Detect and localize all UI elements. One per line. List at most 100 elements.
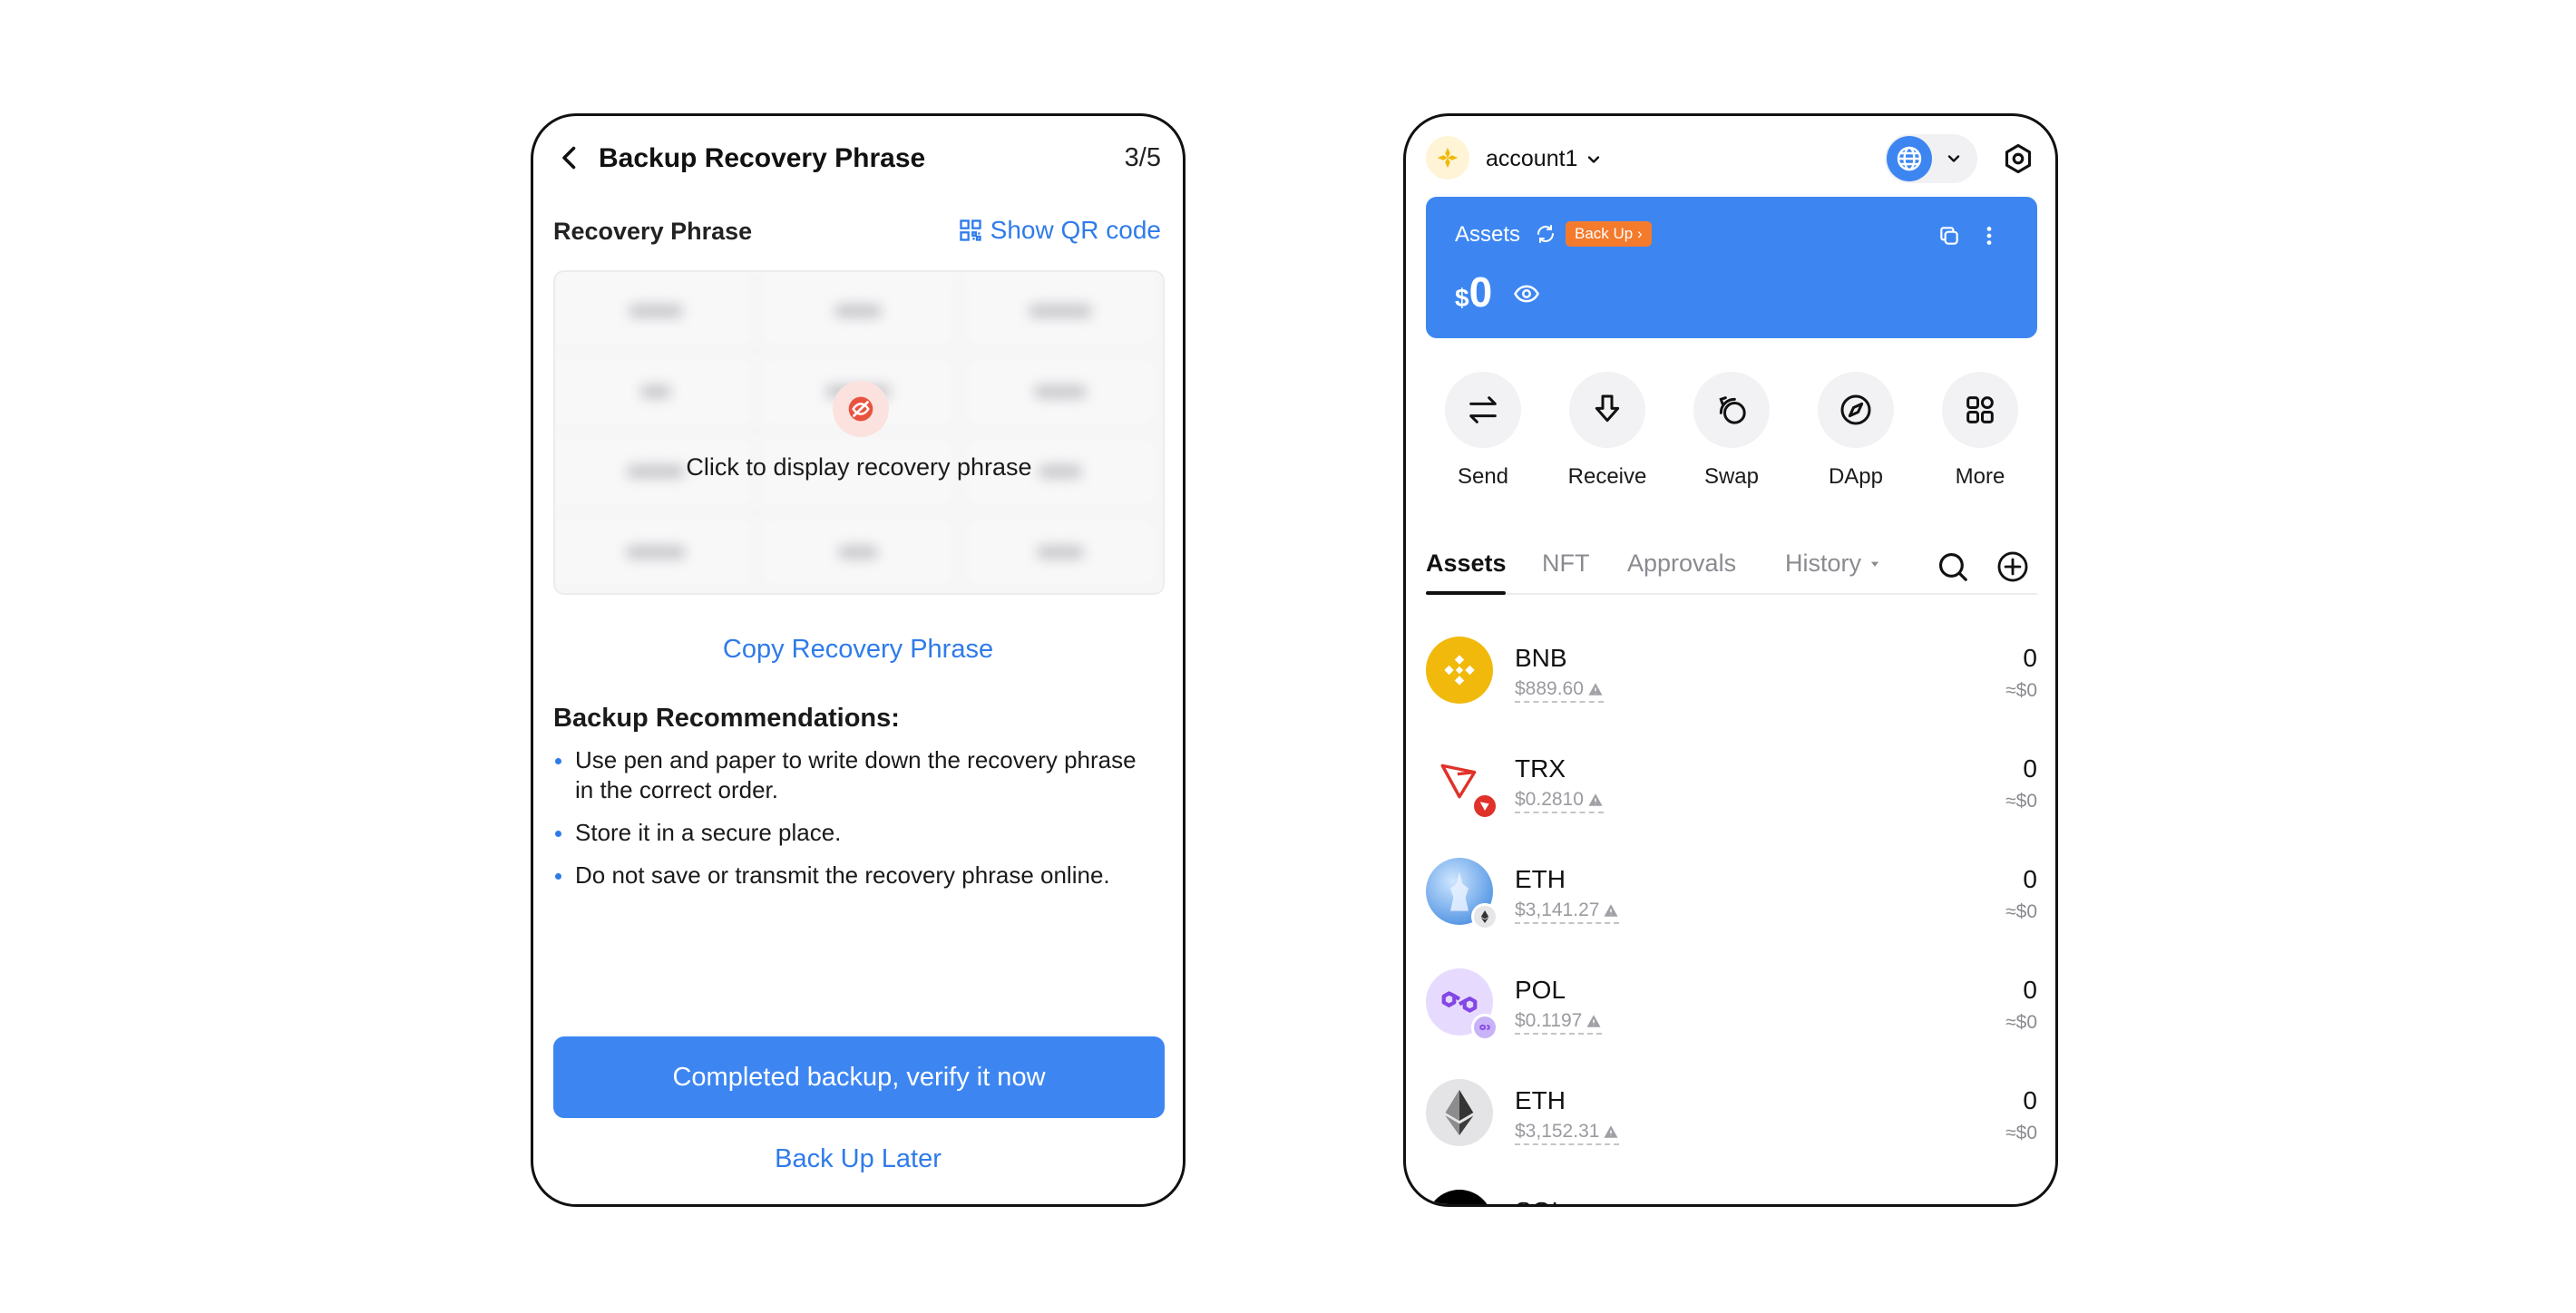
show-qr-code-label: Show QR code bbox=[990, 216, 1161, 244]
copy-recovery-phrase-link[interactable]: Copy Recovery Phrase bbox=[533, 635, 1183, 665]
token-amount: 0 bbox=[2023, 865, 2037, 893]
token-fiat-value: ≈$0 bbox=[2005, 1123, 2037, 1143]
token-symbol: ETH bbox=[1515, 865, 1566, 893]
add-token-icon[interactable] bbox=[1995, 550, 2030, 584]
token-price-value: $3,141.27 bbox=[1515, 900, 1600, 920]
chevron-left-icon[interactable] bbox=[553, 141, 586, 174]
show-qr-code-link[interactable]: Show QR code bbox=[958, 216, 1161, 245]
chevron-down-icon bbox=[1588, 155, 1600, 163]
chevron-down-icon bbox=[1947, 155, 1960, 162]
recovery-phrase-box[interactable]: Click to display recovery phrase bbox=[553, 270, 1165, 595]
more-vertical-icon[interactable] bbox=[1977, 222, 2001, 249]
recommendations-list: Use pen and paper to write down the reco… bbox=[553, 745, 1161, 903]
recommendation-item: Do not save or transmit the recovery phr… bbox=[553, 861, 1161, 890]
token-fiat-value: ≈$0 bbox=[2005, 791, 2037, 812]
back-up-later-link[interactable]: Back Up Later bbox=[533, 1144, 1183, 1174]
token-row[interactable]: SOL 0 bbox=[1426, 1177, 2037, 1204]
step-indicator: 3/5 bbox=[1124, 143, 1161, 172]
account-switcher[interactable]: account1 bbox=[1486, 146, 1603, 172]
recommendation-item: Store it in a secure place. bbox=[553, 818, 1161, 848]
token-fiat-value: ≈$0 bbox=[2005, 680, 2037, 701]
token-row[interactable]: ETH $3,152.31 0 ≈$0 bbox=[1426, 1066, 2037, 1177]
token-price: $3,141.27 bbox=[1515, 900, 1620, 924]
quick-actions: Send Receive Swap DApp More bbox=[1426, 372, 2037, 490]
recovery-phrase-label: Recovery Phrase bbox=[553, 218, 753, 245]
token-price-value: $0.2810 bbox=[1515, 789, 1584, 810]
sol-logo-icon bbox=[1426, 1190, 1493, 1204]
token-symbol: POL bbox=[1515, 976, 1566, 1004]
recommendations-title: Backup Recommendations: bbox=[553, 704, 900, 733]
ethereum-logo-icon bbox=[1426, 1079, 1493, 1146]
token-row[interactable]: TRX $0.2810 0 ≈$0 bbox=[1426, 734, 2037, 845]
account-avatar[interactable] bbox=[1426, 136, 1469, 180]
dapp-button[interactable]: DApp bbox=[1806, 372, 1906, 490]
recommendation-item: Use pen and paper to write down the reco… bbox=[553, 745, 1161, 805]
tab-approvals[interactable]: Approvals bbox=[1627, 550, 1736, 578]
active-tab-indicator bbox=[1426, 591, 1506, 595]
back-up-badge[interactable]: Back Up › bbox=[1566, 221, 1652, 247]
send-button[interactable]: Send bbox=[1433, 372, 1533, 490]
bnb-logo-icon bbox=[1426, 637, 1493, 704]
phrase-word-cell bbox=[960, 512, 1163, 593]
warning-icon bbox=[1588, 793, 1603, 806]
more-label: More bbox=[1955, 464, 2005, 489]
token-price: $3,152.31 bbox=[1515, 1121, 1620, 1145]
search-icon[interactable] bbox=[1936, 550, 1970, 584]
assets-card: Assets Back Up › $ 0 bbox=[1426, 197, 2037, 338]
token-symbol: TRX bbox=[1515, 754, 1566, 783]
token-amount: 0 bbox=[2023, 1197, 2037, 1204]
token-fiat-value: ≈$0 bbox=[2005, 1012, 2037, 1033]
backup-phrase-screen: Backup Recovery Phrase 3/5 Recovery Phra… bbox=[531, 113, 1186, 1207]
tab-history[interactable]: History bbox=[1785, 550, 1881, 578]
balance-currency: $ bbox=[1455, 284, 1469, 312]
swap-button[interactable]: Swap bbox=[1682, 372, 1781, 490]
warning-icon bbox=[1604, 1125, 1618, 1138]
total-balance: $ 0 bbox=[1455, 267, 1492, 316]
phrase-word-cell bbox=[555, 272, 758, 353]
verify-backup-button[interactable]: Completed backup, verify it now bbox=[553, 1036, 1165, 1118]
asset-tabs: Assets NFT Approvals History bbox=[1426, 539, 2037, 595]
phrase-word-cell bbox=[960, 352, 1163, 433]
token-row[interactable]: ETH $3,141.27 0 ≈$0 bbox=[1426, 845, 2037, 956]
phrase-word-cell bbox=[960, 272, 1163, 353]
token-symbol: BNB bbox=[1515, 644, 1567, 672]
account-logo-icon bbox=[1437, 147, 1459, 169]
token-price-value: $889.60 bbox=[1515, 678, 1584, 699]
assets-card-label: Assets bbox=[1455, 222, 1521, 247]
warning-icon bbox=[1588, 683, 1603, 695]
tab-nft[interactable]: NFT bbox=[1542, 550, 1589, 578]
swap-icon bbox=[1693, 372, 1770, 448]
more-button[interactable]: More bbox=[1930, 372, 2030, 490]
warning-icon bbox=[1586, 1015, 1601, 1027]
account-name: account1 bbox=[1486, 146, 1578, 171]
balance-value: 0 bbox=[1469, 268, 1493, 316]
transfer-arrows-icon bbox=[1445, 372, 1521, 448]
copy-icon[interactable] bbox=[1937, 224, 1961, 248]
header: Backup Recovery Phrase 3/5 bbox=[533, 116, 1183, 207]
receive-button[interactable]: Receive bbox=[1557, 372, 1657, 490]
eye-off-icon bbox=[848, 396, 873, 422]
receive-label: Receive bbox=[1567, 464, 1647, 489]
token-price: $0.1197 bbox=[1515, 1010, 1603, 1035]
dapp-label: DApp bbox=[1828, 464, 1884, 489]
token-row[interactable]: BNB $889.60 0 ≈$0 bbox=[1426, 624, 2037, 734]
page-title: Backup Recovery Phrase bbox=[599, 143, 926, 173]
phrase-word-cell bbox=[757, 512, 961, 593]
receive-arrow-icon bbox=[1569, 372, 1645, 448]
compass-icon bbox=[1818, 372, 1894, 448]
token-price: $0.2810 bbox=[1515, 789, 1604, 813]
token-row[interactable]: POL $0.1197 0 ≈$0 bbox=[1426, 956, 2037, 1066]
token-symbol: SOL bbox=[1515, 1197, 1566, 1204]
network-selector[interactable] bbox=[1885, 134, 1977, 183]
token-price-value: $0.1197 bbox=[1515, 1010, 1583, 1031]
wallet-home-screen: account1 Assets Back Up › $ 0 Send Recei… bbox=[1403, 113, 2058, 1207]
tab-assets[interactable]: Assets bbox=[1426, 550, 1507, 578]
settings-icon[interactable] bbox=[2001, 141, 2035, 176]
token-fiat-value: ≈$0 bbox=[2005, 901, 2037, 922]
token-price-value: $3,152.31 bbox=[1515, 1121, 1600, 1142]
globe-icon bbox=[1887, 136, 1932, 181]
eye-icon[interactable] bbox=[1513, 280, 1540, 307]
token-price: $889.60 bbox=[1515, 678, 1604, 703]
refresh-icon[interactable] bbox=[1535, 223, 1556, 245]
tron-chain-icon bbox=[1471, 793, 1498, 820]
